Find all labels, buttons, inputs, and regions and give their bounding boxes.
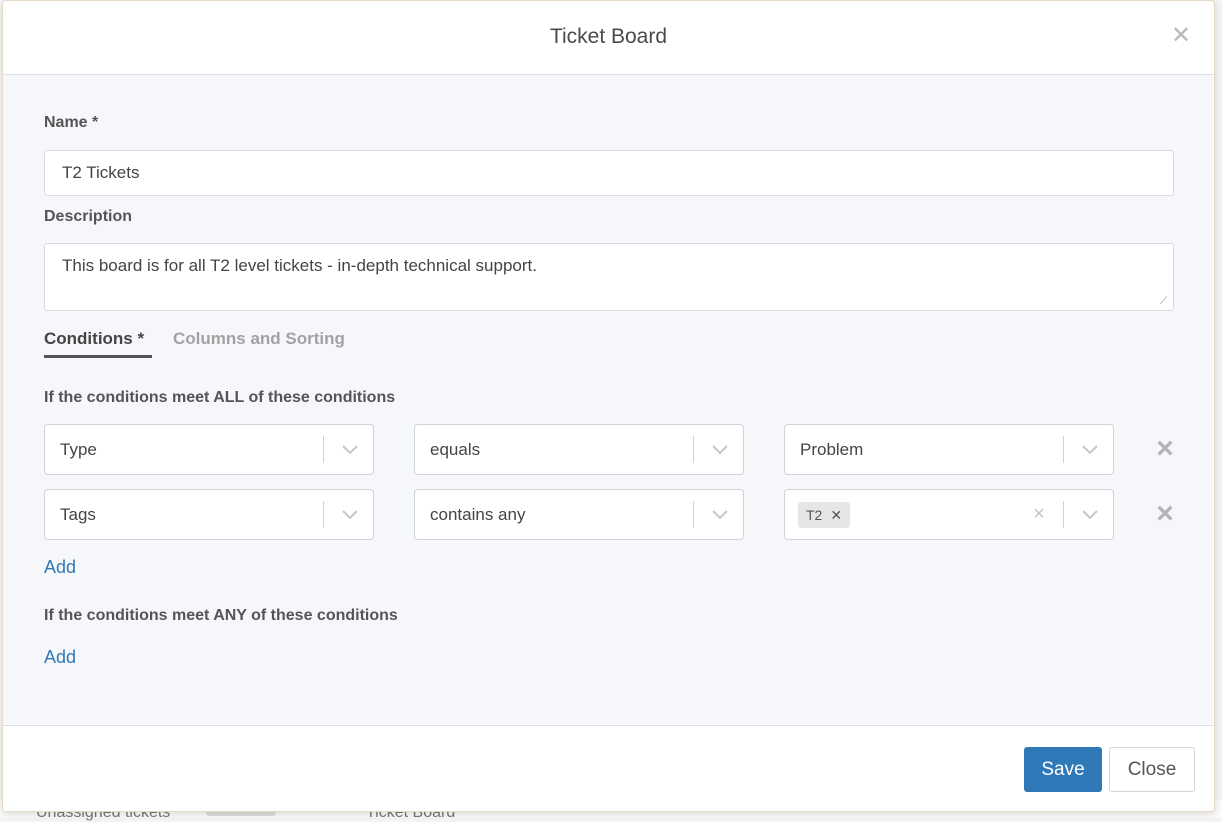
chevron-down-icon: [342, 445, 358, 455]
select-value: Problem: [800, 440, 864, 459]
resize-handle-icon[interactable]: ⟋: [1160, 297, 1170, 307]
name-input[interactable]: T2 Tickets: [44, 150, 1174, 196]
select-divider: [323, 501, 324, 528]
tab-conditions[interactable]: Conditions *: [44, 329, 144, 349]
active-tab-indicator: [44, 355, 152, 358]
tag-chip: T2 ✕: [798, 502, 851, 528]
description-label: Description: [44, 208, 133, 225]
close-button[interactable]: Close: [1109, 747, 1195, 792]
select-value: Tags: [60, 505, 96, 524]
modal-footer: Save Close: [3, 725, 1214, 811]
add-all-condition-link[interactable]: Add: [44, 557, 76, 578]
condition-field-select[interactable]: Type: [44, 424, 374, 475]
chevron-down-icon: [1082, 510, 1098, 520]
remove-condition-icon[interactable]: ×: [1153, 434, 1177, 464]
tag-chip-label: T2: [806, 507, 823, 523]
select-divider: [1063, 501, 1064, 528]
tab-columns-and-sorting[interactable]: Columns and Sorting: [173, 329, 345, 349]
select-divider: [693, 436, 694, 463]
save-button[interactable]: Save: [1024, 747, 1102, 792]
condition-operator-select[interactable]: contains any: [414, 489, 744, 540]
ticket-board-modal: Ticket Board ✕ Name * T2 Tickets Descrip…: [2, 0, 1215, 812]
name-label: Name *: [44, 114, 99, 131]
chevron-down-icon: [342, 510, 358, 520]
select-value: Type: [60, 440, 97, 459]
remove-condition-icon[interactable]: ×: [1153, 499, 1177, 529]
condition-tags-multiselect[interactable]: T2 ✕ ×: [784, 489, 1114, 540]
condition-field-select[interactable]: Tags: [44, 489, 374, 540]
description-text: This board is for all T2 level tickets -…: [62, 256, 537, 275]
close-icon[interactable]: ✕: [1168, 23, 1194, 49]
select-value: contains any: [430, 505, 526, 524]
select-divider: [1063, 436, 1064, 463]
any-conditions-heading: If the conditions meet ANY of these cond…: [44, 607, 398, 624]
condition-value-select[interactable]: Problem: [784, 424, 1114, 475]
clear-selection-icon[interactable]: ×: [1029, 504, 1049, 524]
condition-operator-select[interactable]: equals: [414, 424, 744, 475]
select-divider: [693, 501, 694, 528]
remove-tag-icon[interactable]: ✕: [830, 507, 842, 523]
chevron-down-icon: [1082, 445, 1098, 455]
modal-body: Name * T2 Tickets Description This board…: [3, 75, 1214, 724]
select-value: equals: [430, 440, 481, 459]
chevron-down-icon: [712, 445, 728, 455]
description-textarea[interactable]: This board is for all T2 level tickets -…: [44, 243, 1174, 311]
modal-title: Ticket Board: [549, 25, 668, 48]
select-divider: [323, 436, 324, 463]
all-conditions-heading: If the conditions meet ALL of these cond…: [44, 389, 396, 406]
add-any-condition-link[interactable]: Add: [44, 647, 76, 668]
chevron-down-icon: [712, 510, 728, 520]
modal-header: Ticket Board ✕: [3, 1, 1214, 75]
